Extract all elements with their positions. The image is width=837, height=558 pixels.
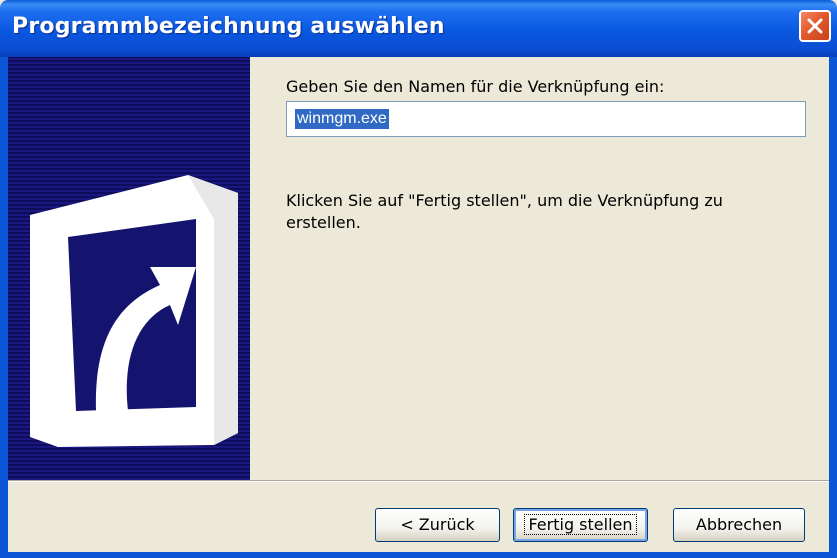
finish-button[interactable]: Fertig stellen xyxy=(513,508,648,542)
close-icon xyxy=(807,18,823,34)
wizard-content: Geben Sie den Namen für die Verknüpfung … xyxy=(250,57,829,480)
finish-instruction: Klicken Sie auf "Fertig stellen", um die… xyxy=(286,191,723,232)
cancel-button[interactable]: Abbrechen xyxy=(673,508,805,542)
wizard-banner xyxy=(8,57,250,480)
shortcut-name-value[interactable]: winmgm.exe xyxy=(295,109,389,129)
shortcut-name-input[interactable]: winmgm.exe xyxy=(286,101,806,137)
finish-button-label: Fertig stellen xyxy=(524,514,637,535)
window-title: Programmbezeichnung auswählen xyxy=(12,14,445,39)
shortcut-name-label: Geben Sie den Namen für die Verknüpfung … xyxy=(286,77,665,96)
button-separator xyxy=(8,480,829,482)
title-bar[interactable]: Programmbezeichnung auswählen xyxy=(0,0,837,57)
window-frame-right xyxy=(829,57,837,558)
close-button[interactable] xyxy=(799,10,831,42)
shortcut-arrow-icon xyxy=(30,175,238,447)
window-frame-bottom xyxy=(0,552,837,558)
window-frame-left xyxy=(0,57,8,558)
back-button[interactable]: < Zurück xyxy=(375,508,500,542)
